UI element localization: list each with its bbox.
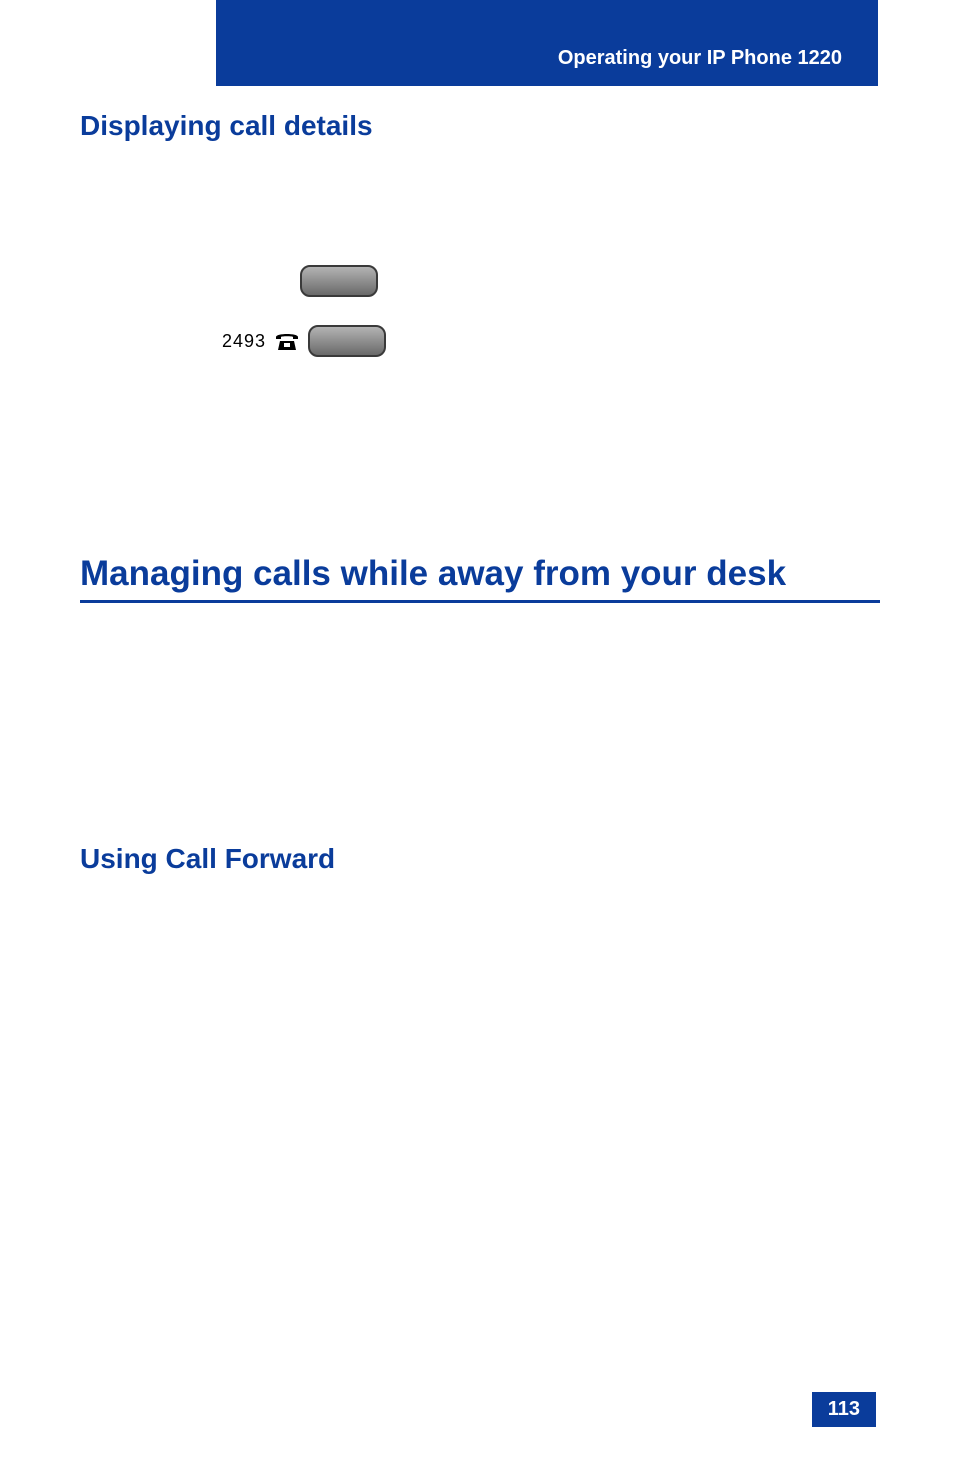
line-key-row: 2493 bbox=[222, 325, 386, 357]
heading-using-call-forward: Using Call Forward bbox=[80, 843, 335, 875]
phone-keys-illustration: 2493 bbox=[222, 265, 386, 357]
heading-managing-calls: Managing calls while away from your desk bbox=[80, 554, 880, 603]
header-title: Operating your IP Phone 1220 bbox=[558, 47, 842, 70]
soft-key-button bbox=[300, 265, 378, 297]
heading-displaying-call-details: Displaying call details bbox=[80, 110, 373, 142]
phone-icon bbox=[274, 330, 300, 352]
line-key-button bbox=[308, 325, 386, 357]
header-bar: Operating your IP Phone 1220 bbox=[216, 0, 878, 86]
page-number: 113 bbox=[812, 1392, 876, 1427]
extension-label: 2493 bbox=[222, 331, 266, 352]
